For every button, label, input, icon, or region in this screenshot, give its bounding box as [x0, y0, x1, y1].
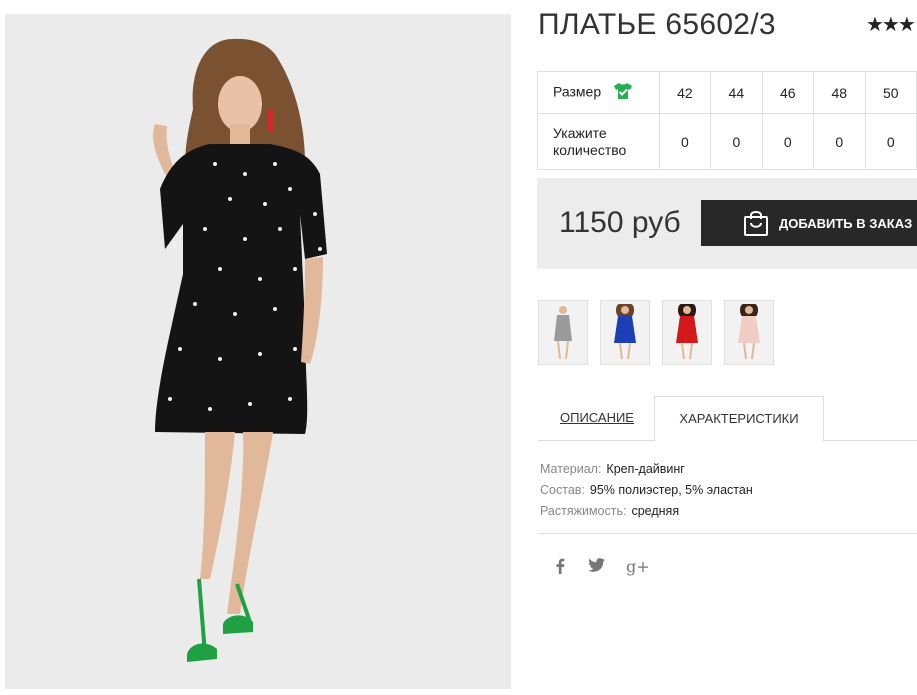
spec-key: Материал:	[540, 462, 602, 476]
social-divider	[538, 533, 917, 534]
pink-dress-thumbnail-icon	[738, 304, 760, 360]
dress-shape-red	[676, 316, 698, 343]
quantity-input-50[interactable]: 0	[864, 113, 917, 170]
spec-key: Состав:	[540, 483, 585, 497]
size-value-44: 44	[710, 71, 763, 114]
spec-row-composition: Состав: 95% полиэстер, 5% эластан	[540, 480, 753, 501]
spec-value: Креп-дайвинг	[606, 462, 685, 476]
googleplus-label: g+	[626, 557, 650, 576]
price-box: 1150 руб ДОБАВИТЬ В ЗАКАЗ	[537, 178, 917, 269]
variant-thumb-blue[interactable]	[600, 300, 650, 365]
shopping-bag-icon	[743, 209, 769, 237]
spec-key: Растяжимость:	[540, 504, 627, 518]
variant-thumb-red[interactable]	[662, 300, 712, 365]
size-label-cell: Размер	[537, 71, 660, 114]
size-value-50: 50	[864, 71, 917, 114]
quantity-label-cell: Укажите количество	[537, 113, 660, 170]
quantity-input-46[interactable]: 0	[761, 113, 815, 170]
size-value-42: 42	[658, 71, 712, 114]
gray-dress-thumbnail-icon	[554, 306, 572, 360]
quantity-label-line2: количество	[553, 141, 627, 158]
size-chart-icon[interactable]	[613, 82, 633, 104]
dress-shape-blue	[614, 316, 636, 343]
price-value: 1150 руб	[559, 206, 681, 239]
specs-list: Материал: Креп-дайвинг Состав: 95% полиэст…	[540, 459, 753, 522]
spec-value: средняя	[631, 504, 680, 518]
quantity-input-44[interactable]: 0	[710, 113, 763, 170]
add-to-order-label: ДОБАВИТЬ В ЗАКАЗ	[779, 215, 913, 231]
dress-shape-pink	[738, 316, 760, 343]
spec-row-material: Материал: Креп-дайвинг	[540, 459, 753, 480]
size-quantity-table: Размер 42 44 46 48 50 Укажите количество…	[537, 71, 917, 170]
quantity-input-42[interactable]: 0	[658, 113, 712, 170]
googleplus-share-icon[interactable]: g+	[626, 557, 650, 576]
quantity-input-48[interactable]: 0	[813, 113, 866, 170]
blue-dress-thumbnail-icon	[614, 304, 636, 360]
size-row: Размер 42 44 46 48 50	[537, 71, 917, 114]
variant-thumb-gray[interactable]	[538, 300, 588, 365]
dress-shape-gray	[554, 315, 572, 341]
spec-value: 95% полиэстер, 5% эластан	[589, 483, 753, 497]
facebook-share-icon[interactable]	[555, 558, 565, 578]
size-value-46: 46	[761, 71, 815, 114]
rating-stars-icon: ★★★	[866, 14, 916, 36]
tab-description[interactable]: ОПИСАНИЕ	[538, 396, 656, 440]
size-label: Размер	[553, 83, 602, 100]
twitter-share-icon[interactable]	[588, 558, 605, 576]
add-to-order-button[interactable]: ДОБАВИТЬ В ЗАКАЗ	[701, 200, 917, 246]
variant-thumb-pink[interactable]	[724, 300, 774, 365]
red-dress-thumbnail-icon	[676, 304, 698, 360]
product-main-photo[interactable]	[5, 14, 511, 689]
spec-row-stretch: Растяжимость: средняя	[540, 501, 753, 522]
product-title: ПЛАТЬЕ 65602/3	[538, 8, 776, 41]
size-value-48: 48	[813, 71, 866, 114]
quantity-label-line1: Укажите	[553, 124, 607, 141]
tab-characteristics[interactable]: ХАРАКТЕРИСТИКИ	[654, 396, 824, 442]
quantity-row: Укажите количество 0 0 0 0 0	[537, 113, 917, 170]
